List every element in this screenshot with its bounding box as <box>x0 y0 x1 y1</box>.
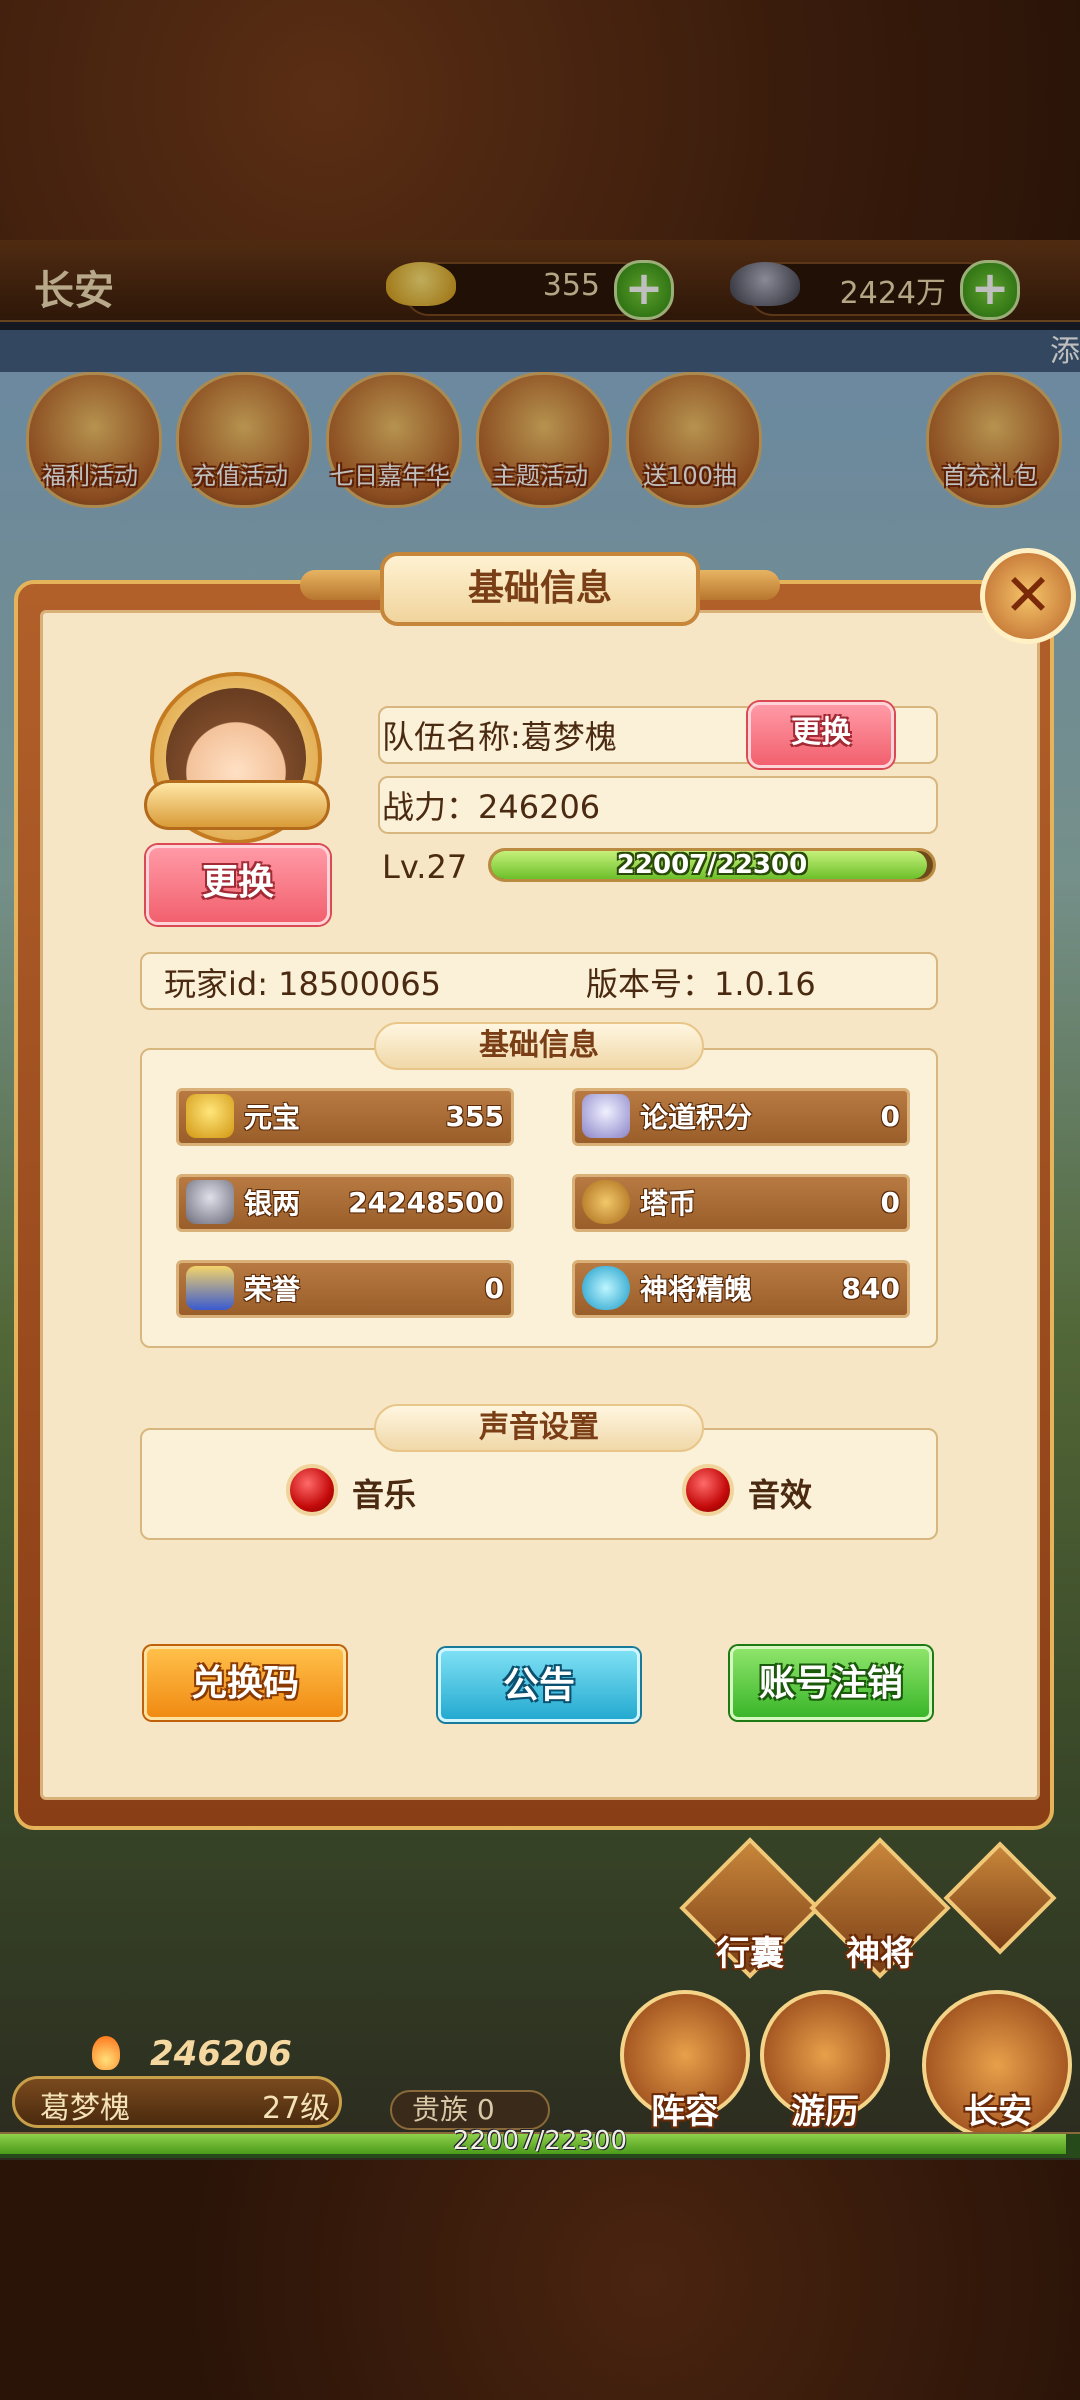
scroll-icon <box>582 1094 630 1138</box>
resource-name: 荣誉 <box>244 1273 301 1306</box>
level-label: Lv.27 <box>382 848 468 886</box>
honor-token-icon <box>186 1266 234 1310</box>
resource-value: 24248500 <box>348 1186 504 1219</box>
flame-icon <box>92 2036 120 2070</box>
close-button[interactable]: ✕ <box>980 548 1076 644</box>
music-label: 音乐 <box>352 1476 417 1514</box>
power-value: 战力：246206 <box>382 788 601 826</box>
redeem-code-button[interactable]: 兑换码 <box>144 1646 346 1720</box>
nav-label-bag: 行囊 <box>716 1934 784 1974</box>
resource-name: 塔币 <box>640 1187 697 1220</box>
top-background <box>0 0 1080 240</box>
soul-crystal-icon <box>582 1266 630 1310</box>
version-number: 版本号：1.0.16 <box>586 965 816 1003</box>
account-deletion-button[interactable]: 账号注销 <box>730 1646 932 1720</box>
resource-value: 0 <box>880 1100 900 1133</box>
team-name: 队伍名称:葛梦槐 <box>382 718 617 756</box>
hud-player-name: 葛梦槐 <box>40 2091 130 2126</box>
gold-ingot-icon <box>186 1094 234 1138</box>
hud-player-level: 27级 <box>262 2091 331 2126</box>
silver-ingot-icon <box>186 1180 234 1224</box>
change-team-name-button[interactable]: 更换 <box>748 702 894 768</box>
change-avatar-button[interactable]: 更换 <box>146 845 330 925</box>
resource-name: 元宝 <box>244 1101 301 1134</box>
resource-value: 840 <box>841 1272 900 1305</box>
resource-name: 银两 <box>244 1187 301 1220</box>
avatar-base-ornament <box>144 780 330 830</box>
player-id: 玩家id: 18500065 <box>164 965 442 1003</box>
sound-effect-toggle[interactable] <box>682 1464 734 1516</box>
resource-value: 0 <box>484 1272 504 1305</box>
notice-button[interactable]: 公告 <box>438 1648 640 1722</box>
resource-value: 355 <box>445 1100 504 1133</box>
resources-section-title: 基础信息 <box>374 1022 704 1070</box>
resource-value: 0 <box>880 1186 900 1219</box>
hud-exp-text: 22007/22300 <box>452 2126 628 2156</box>
exp-progress-text: 22007/22300 <box>616 850 808 880</box>
dialog-title: 基础信息 <box>380 552 700 626</box>
sound-effect-label: 音效 <box>748 1476 813 1514</box>
coin-icon <box>582 1180 630 1224</box>
nav-label-generals: 神将 <box>846 1934 914 1974</box>
sound-section-title: 声音设置 <box>374 1404 704 1452</box>
noble-badge[interactable]: 贵族 0 <box>390 2090 550 2130</box>
bottom-background <box>0 2160 1080 2400</box>
hud-power: 246206 <box>150 2034 292 2074</box>
music-toggle[interactable] <box>286 1464 338 1516</box>
